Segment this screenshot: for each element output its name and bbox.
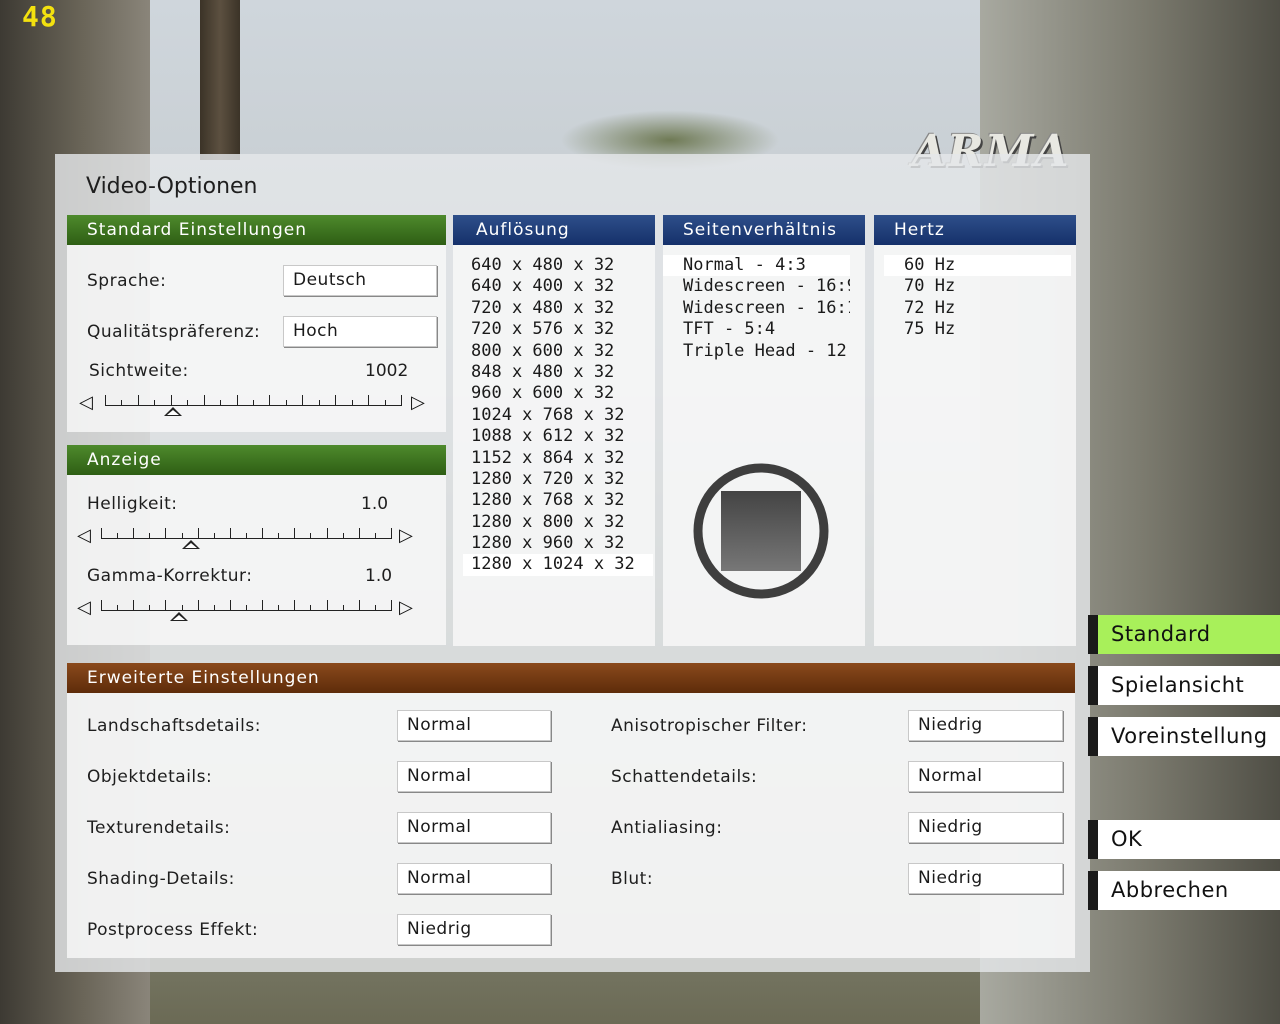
hertz-header: Hertz: [874, 215, 1076, 245]
hertz-option[interactable]: 60 Hz: [884, 255, 1071, 277]
display-header: Anzeige: [67, 445, 446, 475]
terrain-detail-label: Landschaftsdetails:: [87, 716, 261, 736]
hertz-list[interactable]: 60 Hz 70 Hz 72 Hz 75 Hz: [884, 255, 1071, 341]
gamma-value: 1.0: [365, 566, 393, 586]
resolution-header: Auflösung: [453, 215, 655, 245]
stop-icon: [693, 463, 829, 599]
brightness-label: Helligkeit:: [87, 494, 178, 514]
aspect-ratio-panel: Seitenverhältnis Normal - 4:3 Widescreen …: [663, 215, 865, 646]
ok-button[interactable]: OK: [1088, 820, 1280, 859]
shadow-detail-label: Schattendetails:: [611, 767, 758, 787]
aspect-ratio-option[interactable]: Widescreen - 16:9: [663, 276, 850, 297]
dialog-title: Video-Optionen: [86, 174, 258, 199]
texture-detail-label: Texturendetails:: [87, 818, 231, 838]
aspect-ratio-option[interactable]: Triple Head - 12:3: [663, 341, 850, 362]
resolution-option[interactable]: 1280 x 768 x 32: [463, 490, 653, 511]
language-select[interactable]: Deutsch: [283, 265, 437, 296]
cancel-button[interactable]: Abbrechen: [1088, 871, 1280, 910]
hertz-panel: Hertz 60 Hz 70 Hz 72 Hz 75 Hz: [874, 215, 1076, 646]
terrain-detail-select[interactable]: Normal: [397, 710, 551, 741]
resolution-option[interactable]: 1280 x 800 x 32: [463, 512, 653, 533]
standard-settings-header: Standard Einstellungen: [67, 215, 446, 245]
preset-button[interactable]: Voreinstellung: [1088, 717, 1280, 756]
resolution-option[interactable]: 720 x 480 x 32: [463, 298, 653, 319]
resolution-option[interactable]: 800 x 600 x 32: [463, 341, 653, 362]
anisotropic-filter-select[interactable]: Niedrig: [908, 710, 1063, 741]
texture-detail-select[interactable]: Normal: [397, 812, 551, 843]
aspect-ratio-header: Seitenverhältnis: [663, 215, 865, 245]
slider-thumb[interactable]: [164, 407, 183, 416]
brightness-slider[interactable]: ◁ ▷: [77, 524, 417, 550]
object-detail-label: Objektdetails:: [87, 767, 213, 787]
resolution-option[interactable]: 960 x 600 x 32: [463, 383, 653, 404]
blood-label: Blut:: [611, 869, 654, 889]
slider-thumb[interactable]: [170, 612, 189, 621]
display-panel: Anzeige Helligkeit: 1.0 ◁ ▷ Gamma-Korrek…: [67, 445, 446, 645]
resolution-option[interactable]: 640 x 480 x 32: [463, 255, 653, 276]
game-view-button[interactable]: Spielansicht: [1088, 666, 1280, 705]
resolution-option[interactable]: 1024 x 768 x 32: [463, 405, 653, 426]
resolution-panel: Auflösung 640 x 480 x 32 640 x 400 x 32 72…: [453, 215, 655, 646]
anisotropic-filter-label: Anisotropischer Filter:: [611, 716, 808, 736]
slider-right-arrow-icon[interactable]: ▷: [399, 597, 413, 618]
shadow-detail-select[interactable]: Normal: [908, 761, 1063, 792]
hertz-option[interactable]: 72 Hz: [884, 298, 1071, 319]
slider-left-arrow-icon[interactable]: ◁: [79, 392, 93, 413]
quality-select[interactable]: Hoch: [283, 316, 437, 347]
advanced-settings-panel: Erweiterte Einstellungen Landschaftsdeta…: [67, 663, 1075, 958]
resolution-list[interactable]: 640 x 480 x 32 640 x 400 x 32 720 x 480 x …: [463, 255, 653, 576]
aspect-ratio-option[interactable]: Normal - 4:3: [663, 255, 850, 277]
resolution-option[interactable]: 1280 x 1024 x 32: [463, 554, 653, 576]
standard-button[interactable]: Standard: [1088, 615, 1280, 654]
advanced-settings-header: Erweiterte Einstellungen: [67, 663, 1075, 693]
resolution-option[interactable]: 1088 x 612 x 32: [463, 426, 653, 447]
standard-settings-panel: Standard Einstellungen Sprache: Deutsch …: [67, 215, 446, 432]
shading-detail-select[interactable]: Normal: [397, 863, 551, 894]
background-palm-trunk: [200, 0, 240, 160]
gamma-slider[interactable]: ◁ ▷: [77, 596, 417, 622]
antialiasing-label: Antialiasing:: [611, 818, 723, 838]
slider-left-arrow-icon[interactable]: ◁: [77, 597, 91, 618]
language-label: Sprache:: [87, 271, 167, 291]
slider-right-arrow-icon[interactable]: ▷: [411, 392, 425, 413]
view-distance-value: 1002: [365, 361, 409, 381]
slider-thumb[interactable]: [181, 540, 200, 549]
resolution-option[interactable]: 1280 x 960 x 32: [463, 533, 653, 554]
view-distance-slider[interactable]: ◁ ▷: [79, 391, 429, 417]
slider-right-arrow-icon[interactable]: ▷: [399, 525, 413, 546]
object-detail-select[interactable]: Normal: [397, 761, 551, 792]
aspect-ratio-list[interactable]: Normal - 4:3 Widescreen - 16:9 Widescreen …: [663, 255, 850, 362]
video-options-dialog: Video-Optionen Standard Einstellungen Sp…: [55, 154, 1090, 972]
resolution-option[interactable]: 848 x 480 x 32: [463, 362, 653, 383]
postprocess-label: Postprocess Effekt:: [87, 920, 259, 940]
resolution-option[interactable]: 1152 x 864 x 32: [463, 448, 653, 469]
gamma-label: Gamma-Korrektur:: [87, 566, 253, 586]
aspect-ratio-option[interactable]: TFT - 5:4: [663, 319, 850, 340]
slider-left-arrow-icon[interactable]: ◁: [77, 525, 91, 546]
fps-counter: 48: [22, 0, 58, 33]
antialiasing-select[interactable]: Niedrig: [908, 812, 1063, 843]
brightness-value: 1.0: [361, 494, 389, 514]
view-distance-label: Sichtweite:: [89, 361, 189, 381]
hertz-option[interactable]: 75 Hz: [884, 319, 1071, 340]
resolution-option[interactable]: 1280 x 720 x 32: [463, 469, 653, 490]
resolution-option[interactable]: 640 x 400 x 32: [463, 276, 653, 297]
hertz-option[interactable]: 70 Hz: [884, 276, 1071, 297]
postprocess-select[interactable]: Niedrig: [397, 914, 551, 945]
aspect-ratio-option[interactable]: Widescreen - 16:10: [663, 298, 850, 319]
shading-detail-label: Shading-Details:: [87, 869, 235, 889]
blood-select[interactable]: Niedrig: [908, 863, 1063, 894]
quality-label: Qualitätspräferenz:: [87, 322, 261, 342]
resolution-option[interactable]: 720 x 576 x 32: [463, 319, 653, 340]
